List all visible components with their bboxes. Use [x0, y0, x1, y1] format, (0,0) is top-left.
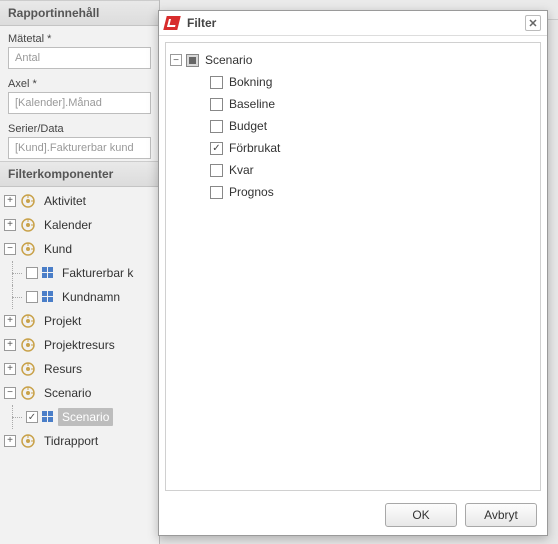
field-group: Serier/Data[Kund].Fakturerbar kund [0, 116, 159, 161]
field-label: Mätetal * [8, 30, 151, 47]
attribute-icon [42, 291, 54, 303]
tree-child-node[interactable]: Kundnamn [0, 285, 159, 309]
dimension-icon [20, 193, 36, 209]
filter-checkbox[interactable] [210, 186, 223, 199]
tree-node-label: Aktivitet [40, 192, 90, 210]
expand-toggle[interactable]: + [4, 363, 16, 375]
tree-checkbox[interactable] [26, 291, 38, 303]
attribute-icon [42, 267, 54, 279]
filter-root-node[interactable]: − Scenario [170, 49, 536, 71]
dimension-icon [20, 313, 36, 329]
filter-item-label: Budget [229, 119, 267, 133]
app-icon [163, 16, 180, 30]
tri-state-checkbox[interactable] [186, 54, 199, 67]
filter-item[interactable]: Kvar [170, 159, 536, 181]
tree-node[interactable]: + Aktivitet [0, 189, 159, 213]
filter-item[interactable]: ✓ Förbrukat [170, 137, 536, 159]
filter-checkbox[interactable]: ✓ [210, 142, 223, 155]
tree-checkbox[interactable]: ✓ [26, 411, 38, 423]
tree-node-label: Kund [40, 240, 76, 258]
tree-node-label: Kalender [40, 216, 96, 234]
expand-toggle[interactable]: + [4, 339, 16, 351]
dimension-icon [20, 385, 36, 401]
tree-node-label: Tidrapport [40, 432, 102, 450]
tree-child-label: Scenario [58, 408, 113, 426]
dimension-icon [20, 433, 36, 449]
filter-item[interactable]: Bokning [170, 71, 536, 93]
field-label: Serier/Data [8, 120, 151, 137]
tree-node-label: Projektresurs [40, 336, 119, 354]
ok-button[interactable]: OK [385, 503, 457, 527]
tree-node-label: Scenario [40, 384, 95, 402]
collapse-toggle[interactable]: − [170, 54, 182, 66]
attribute-icon [42, 411, 54, 423]
tree-node[interactable]: + Projektresurs [0, 333, 159, 357]
tree-connector [4, 261, 26, 285]
dialog-buttons: OK Avbryt [159, 497, 547, 535]
tree-node-label: Resurs [40, 360, 86, 378]
filter-checkbox[interactable] [210, 76, 223, 89]
filter-item[interactable]: Baseline [170, 93, 536, 115]
close-button[interactable]: ✕ [525, 15, 541, 31]
report-content-header: Rapportinnehåll [0, 0, 159, 26]
tree-node[interactable]: + Kalender [0, 213, 159, 237]
tree-node[interactable]: − Scenario [0, 381, 159, 405]
tree-connector [4, 405, 26, 429]
tree-child-node[interactable]: Fakturerbar k [0, 261, 159, 285]
filter-item[interactable]: Budget [170, 115, 536, 137]
tree-node[interactable]: + Projekt [0, 309, 159, 333]
expand-toggle[interactable]: + [4, 315, 16, 327]
filter-item-label: Bokning [229, 75, 272, 89]
expand-toggle[interactable]: + [4, 219, 16, 231]
tree-child-label: Kundnamn [58, 288, 124, 306]
filter-components-header: Filterkomponenter [0, 161, 159, 187]
filter-checkbox[interactable] [210, 120, 223, 133]
expand-toggle[interactable]: + [4, 435, 16, 447]
filter-components-tree: + Aktivitet + Kalender − Kund Fakturerbar k Kun… [0, 187, 159, 453]
tree-node-label: Projekt [40, 312, 85, 330]
tree-child-node[interactable]: ✓ Scenario [0, 405, 159, 429]
cancel-button[interactable]: Avbryt [465, 503, 537, 527]
tree-checkbox[interactable] [26, 267, 38, 279]
tree-node[interactable]: + Resurs [0, 357, 159, 381]
field-input[interactable]: [Kund].Fakturerbar kund [8, 137, 151, 159]
left-panel: Rapportinnehåll Mätetal *AntalAxel *[Kal… [0, 0, 160, 544]
tree-connector [4, 285, 26, 309]
field-input[interactable]: [Kalender].Månad [8, 92, 151, 114]
filter-dialog: Filter ✕ − Scenario Bokning Baseline Budget ✓… [158, 10, 548, 536]
filter-item-label: Baseline [229, 97, 275, 111]
tree-child-label: Fakturerbar k [58, 264, 137, 282]
dimension-icon [20, 337, 36, 353]
dimension-icon [20, 217, 36, 233]
dialog-titlebar: Filter ✕ [159, 11, 547, 36]
tree-node[interactable]: − Kund [0, 237, 159, 261]
field-input[interactable]: Antal [8, 47, 151, 69]
dialog-body: − Scenario Bokning Baseline Budget ✓ Förbrukat… [165, 42, 541, 491]
filter-checkbox[interactable] [210, 98, 223, 111]
field-group: Mätetal *Antal [0, 26, 159, 71]
field-label: Axel * [8, 75, 151, 92]
dimension-icon [20, 241, 36, 257]
expand-toggle[interactable]: − [4, 387, 16, 399]
dimension-icon [20, 361, 36, 377]
expand-toggle[interactable]: + [4, 195, 16, 207]
filter-item[interactable]: Prognos [170, 181, 536, 203]
filter-checkbox[interactable] [210, 164, 223, 177]
filter-item-label: Kvar [229, 163, 254, 177]
filter-item-label: Förbrukat [229, 141, 280, 155]
dialog-title-text: Filter [187, 16, 216, 30]
tree-node[interactable]: + Tidrapport [0, 429, 159, 453]
expand-toggle[interactable]: − [4, 243, 16, 255]
filter-root-label: Scenario [205, 53, 252, 67]
filter-item-label: Prognos [229, 185, 274, 199]
field-group: Axel *[Kalender].Månad [0, 71, 159, 116]
